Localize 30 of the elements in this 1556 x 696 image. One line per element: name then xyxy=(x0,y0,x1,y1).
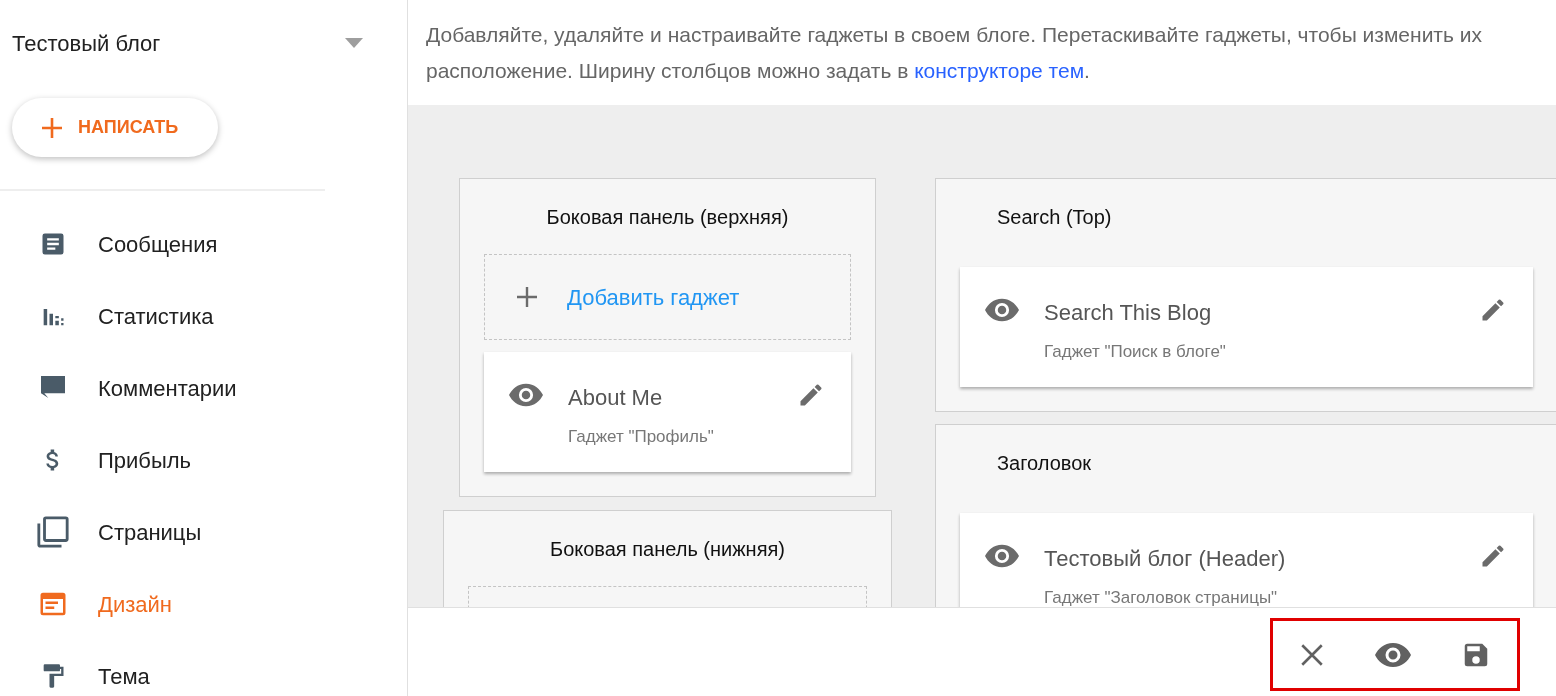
nav-item[interactable]: Тема xyxy=(0,640,400,696)
nav-item[interactable]: Статистика xyxy=(0,280,400,352)
blog-title: Тестовый блог xyxy=(12,29,161,58)
nav-item[interactable]: Страницы xyxy=(0,496,400,568)
eye-icon[interactable] xyxy=(985,544,1019,568)
gadget-type: Гаджет "Поиск в блоге" xyxy=(1044,341,1227,363)
gadget-title: Search This Blog xyxy=(1044,299,1213,327)
eye-icon[interactable] xyxy=(985,298,1019,322)
plus-icon xyxy=(40,115,64,140)
gadget-card[interactable]: Тестовый блог (Header) Гаджет "Заголовок страницы" xyxy=(960,513,1533,607)
gadget-title: About Me xyxy=(568,384,664,412)
gadget-type: Гаджет "Заголовок страницы" xyxy=(1044,587,1279,607)
section-title: Боковая панель (нижняя) xyxy=(549,536,786,562)
gadget-type: Гаджет "Профиль" xyxy=(568,426,715,448)
gadget-card[interactable]: Search This Blog Гаджет "Поиск в блоге" xyxy=(960,267,1533,387)
eye-icon[interactable] xyxy=(509,383,543,407)
nav-item[interactable]: Прибыль xyxy=(0,424,400,496)
description-text: Добавляйте, удаляйте и настраивайте гаджеты в своем блоге. Перетаскивайте гаджеты, чтобы изменить их расположение. Ширину столбцов можно задать в конструкторе тем. xyxy=(425,22,1483,84)
section-title: Search (Top) xyxy=(996,204,1113,230)
section-title: Заголовок xyxy=(996,450,1093,476)
plus-icon[interactable] xyxy=(515,285,539,309)
pages-icon xyxy=(36,515,70,549)
gadget-card[interactable]: About Me Гаджет "Профиль" xyxy=(484,352,851,472)
theme-designer-link[interactable]: конструкторе тем xyxy=(914,59,1085,82)
section-title: Боковая панель (верхняя) xyxy=(545,204,790,230)
nav-item[interactable]: Комментарии xyxy=(0,352,400,424)
dropdown-caret-icon[interactable] xyxy=(345,38,363,48)
gadget-title: Тестовый блог (Header) xyxy=(1044,545,1287,573)
nav-item[interactable]: Сообщения xyxy=(0,208,400,280)
eye-icon[interactable] xyxy=(1375,641,1411,668)
